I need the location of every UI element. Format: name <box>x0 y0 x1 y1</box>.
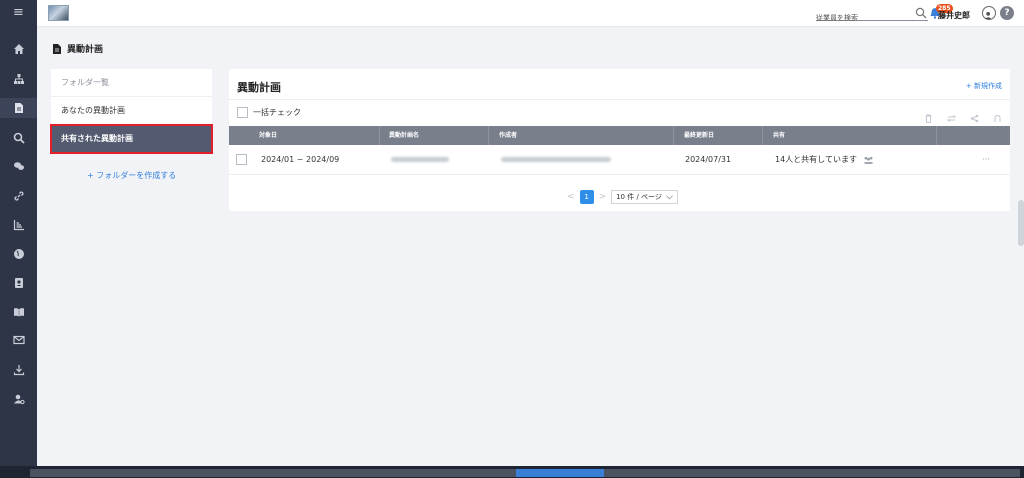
row-creator-redacted <box>501 145 611 175</box>
left-sidebar: ≡ <box>0 0 37 466</box>
top-bar: 285 藤井史郎 ? <box>37 0 1024 27</box>
divider <box>229 99 1010 100</box>
chart-icon[interactable] <box>0 215 37 235</box>
user-name[interactable]: 藤井史郎 <box>938 10 970 21</box>
prev-page-button[interactable]: < <box>567 192 575 202</box>
bulk-toolbar <box>924 108 1002 123</box>
row-period: 2024/01 ~ 2024/09 <box>261 155 340 164</box>
book-icon[interactable] <box>0 302 37 322</box>
user-settings-icon[interactable] <box>0 389 37 409</box>
transfer-plan-card: 異動計画 + 新規作成 一括チェック 対象日 異動計画名 作成者 最終更新日 共… <box>229 69 1010 211</box>
employee-search-input[interactable] <box>816 10 916 26</box>
card-title: 異動計画 <box>237 81 281 94</box>
document-icon[interactable] <box>0 98 37 118</box>
share-icon[interactable] <box>970 108 979 123</box>
bottom-bar <box>0 466 1024 478</box>
chevron-down-icon <box>666 194 673 199</box>
page-title: 異動計画 <box>53 42 103 55</box>
column-header-creator[interactable]: 作成者 <box>499 126 517 145</box>
row-more-menu-icon[interactable]: ··· <box>982 145 990 175</box>
folder-list-header: フォルダ一覧 <box>51 69 212 97</box>
column-header-last-updated[interactable]: 最終更新日 <box>684 126 714 145</box>
row-plan-name-redacted <box>391 145 449 175</box>
chat-icon[interactable] <box>0 156 37 176</box>
user-icon <box>984 11 992 19</box>
row-shared: 14人と共有しています <box>775 145 874 175</box>
next-page-button[interactable]: > <box>599 192 607 202</box>
document-icon <box>53 43 61 54</box>
bulk-check[interactable]: 一括チェック <box>237 107 301 118</box>
help-icon[interactable]: ? <box>1000 6 1014 20</box>
column-header-plan-name[interactable]: 異動計画名 <box>389 126 419 145</box>
link-icon[interactable] <box>0 186 37 206</box>
company-logo[interactable] <box>48 5 69 21</box>
horizontal-scrollbar-thumb[interactable] <box>516 469 604 477</box>
bulk-checkbox[interactable] <box>237 107 248 118</box>
row-updated: 2024/07/31 <box>685 155 732 164</box>
table-header: 対象日 異動計画名 作成者 最終更新日 共有 <box>229 126 1010 145</box>
page-title-text: 異動計画 <box>67 45 104 55</box>
bulk-check-label: 一括チェック <box>253 108 301 117</box>
group-icon[interactable] <box>863 156 874 164</box>
column-header-target-date[interactable]: 対象日 <box>259 126 277 145</box>
download-icon[interactable] <box>0 360 37 380</box>
home-icon[interactable] <box>0 39 37 59</box>
folder-item-shared[interactable]: 共有された異動計画 <box>50 124 213 154</box>
new-plan-button[interactable]: + 新規作成 <box>966 81 1002 91</box>
scrollbar[interactable] <box>1018 200 1024 246</box>
unlink-icon[interactable] <box>993 108 1002 122</box>
page-size-value: 10 件 / ページ <box>616 193 662 201</box>
row-checkbox[interactable] <box>236 154 247 165</box>
trash-icon[interactable] <box>924 108 933 123</box>
current-page[interactable]: 1 <box>579 190 594 204</box>
page-size-select[interactable]: 10 件 / ページ <box>611 190 678 204</box>
row-shared-text: 14人と共有しています <box>775 155 857 164</box>
transfer-icon[interactable] <box>946 108 957 122</box>
create-folder-button[interactable]: + フォルダーを作成する <box>87 170 176 181</box>
globe-icon[interactable] <box>0 244 37 264</box>
menu-icon[interactable]: ≡ <box>0 0 37 24</box>
employee-search[interactable] <box>816 5 928 26</box>
column-header-shared[interactable]: 共有 <box>773 126 785 145</box>
folder-item-mine[interactable]: あなたの異動計画 <box>51 97 212 125</box>
table-row[interactable]: 2024/01 ~ 2024/09 2024/07/31 14人と共有しています… <box>229 145 1010 175</box>
avatar[interactable] <box>982 6 996 20</box>
mail-icon[interactable] <box>0 330 37 350</box>
search-icon[interactable] <box>0 128 37 148</box>
search-icon[interactable] <box>915 7 927 19</box>
org-chart-icon[interactable] <box>0 69 37 89</box>
pagination: < 1 > 10 件 / ページ <box>567 190 678 204</box>
contact-card-icon[interactable] <box>0 273 37 293</box>
